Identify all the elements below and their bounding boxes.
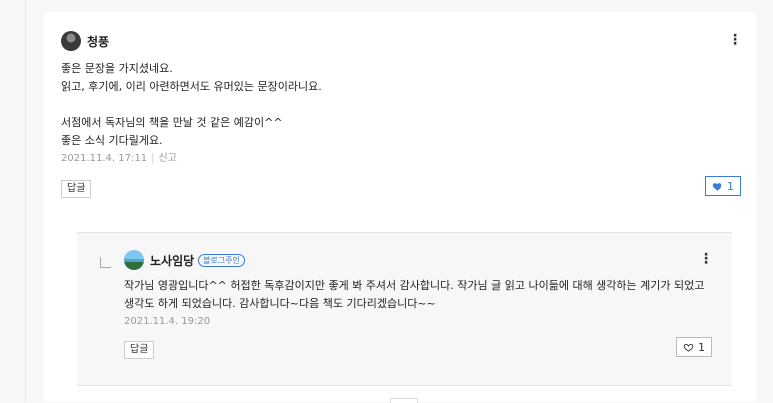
like-count: 1 — [727, 179, 734, 193]
comment-body: 좋은 문장을 가지셨네요. 읽고, 후기에, 이리 아련하면서도 유머있는 문장… — [61, 60, 741, 150]
report-link[interactable]: 신고 — [158, 153, 176, 164]
comment-line: 좋은 문장을 가지셨네요. — [61, 62, 173, 75]
comment-author-row: 청풍 — [61, 30, 741, 52]
reply-button[interactable]: 답글 — [124, 341, 155, 359]
meta-separator: | — [151, 153, 155, 164]
heart-icon — [712, 182, 722, 191]
more-options-icon[interactable]: ⋮ — [699, 249, 713, 269]
divider — [77, 385, 732, 386]
avatar[interactable] — [124, 250, 144, 270]
left-border — [25, 0, 26, 402]
owner-badge: 블로그주인 — [198, 253, 245, 267]
scroll-top-button[interactable] — [390, 398, 418, 403]
comment-author-name[interactable]: 청풍 — [87, 33, 109, 50]
reply-indicator-icon — [100, 257, 111, 268]
reply-body: 작가님 영광입니다^^ 허접한 독후감이지만 좋게 봐 주셔서 감사합니다. 작… — [124, 279, 705, 310]
comment: 청풍 ⋮ 좋은 문장을 가지셨네요. 읽고, 후기에, 이리 아련하면서도 유머… — [61, 30, 742, 198]
comment-line: 좋은 소식 기다릴게요. — [61, 134, 163, 147]
comment-line: 서점에서 독자님의 책을 만날 것 같은 예감이^^ — [61, 116, 283, 129]
comment-meta: 2021.11.4. 17:11 | 신고 — [61, 152, 741, 166]
reply-actions: 답글 1 — [124, 337, 712, 359]
like-count: 1 — [698, 340, 705, 354]
comment-card: 청풍 ⋮ 좋은 문장을 가지셨네요. 읽고, 후기에, 이리 아련하면서도 유머… — [44, 12, 756, 402]
like-button[interactable]: 1 — [705, 176, 741, 196]
like-button[interactable]: 1 — [676, 337, 712, 357]
reply-comment: 노사임당 블로그주인 ⋮ 작가님 영광입니다^^ 허접한 독후감이지만 좋게 봐… — [77, 233, 732, 385]
reply-author-name[interactable]: 노사임당 — [150, 252, 194, 269]
avatar[interactable] — [61, 31, 81, 51]
reply-button[interactable]: 답글 — [61, 180, 92, 198]
comment-line: 읽고, 후기에, 이리 아련하면서도 유머있는 문장이라니요. — [61, 80, 322, 93]
comment-line — [61, 96, 741, 114]
heart-outline-icon — [683, 343, 694, 352]
comment-actions: 답글 1 — [61, 176, 741, 198]
more-options-icon[interactable]: ⋮ — [728, 30, 742, 50]
reply-timestamp: 2021.11.4. 19:20 — [124, 316, 211, 327]
comment-timestamp: 2021.11.4. 17:11 — [61, 153, 148, 164]
reply-author-row: 노사임당 블로그주인 — [124, 249, 245, 271]
